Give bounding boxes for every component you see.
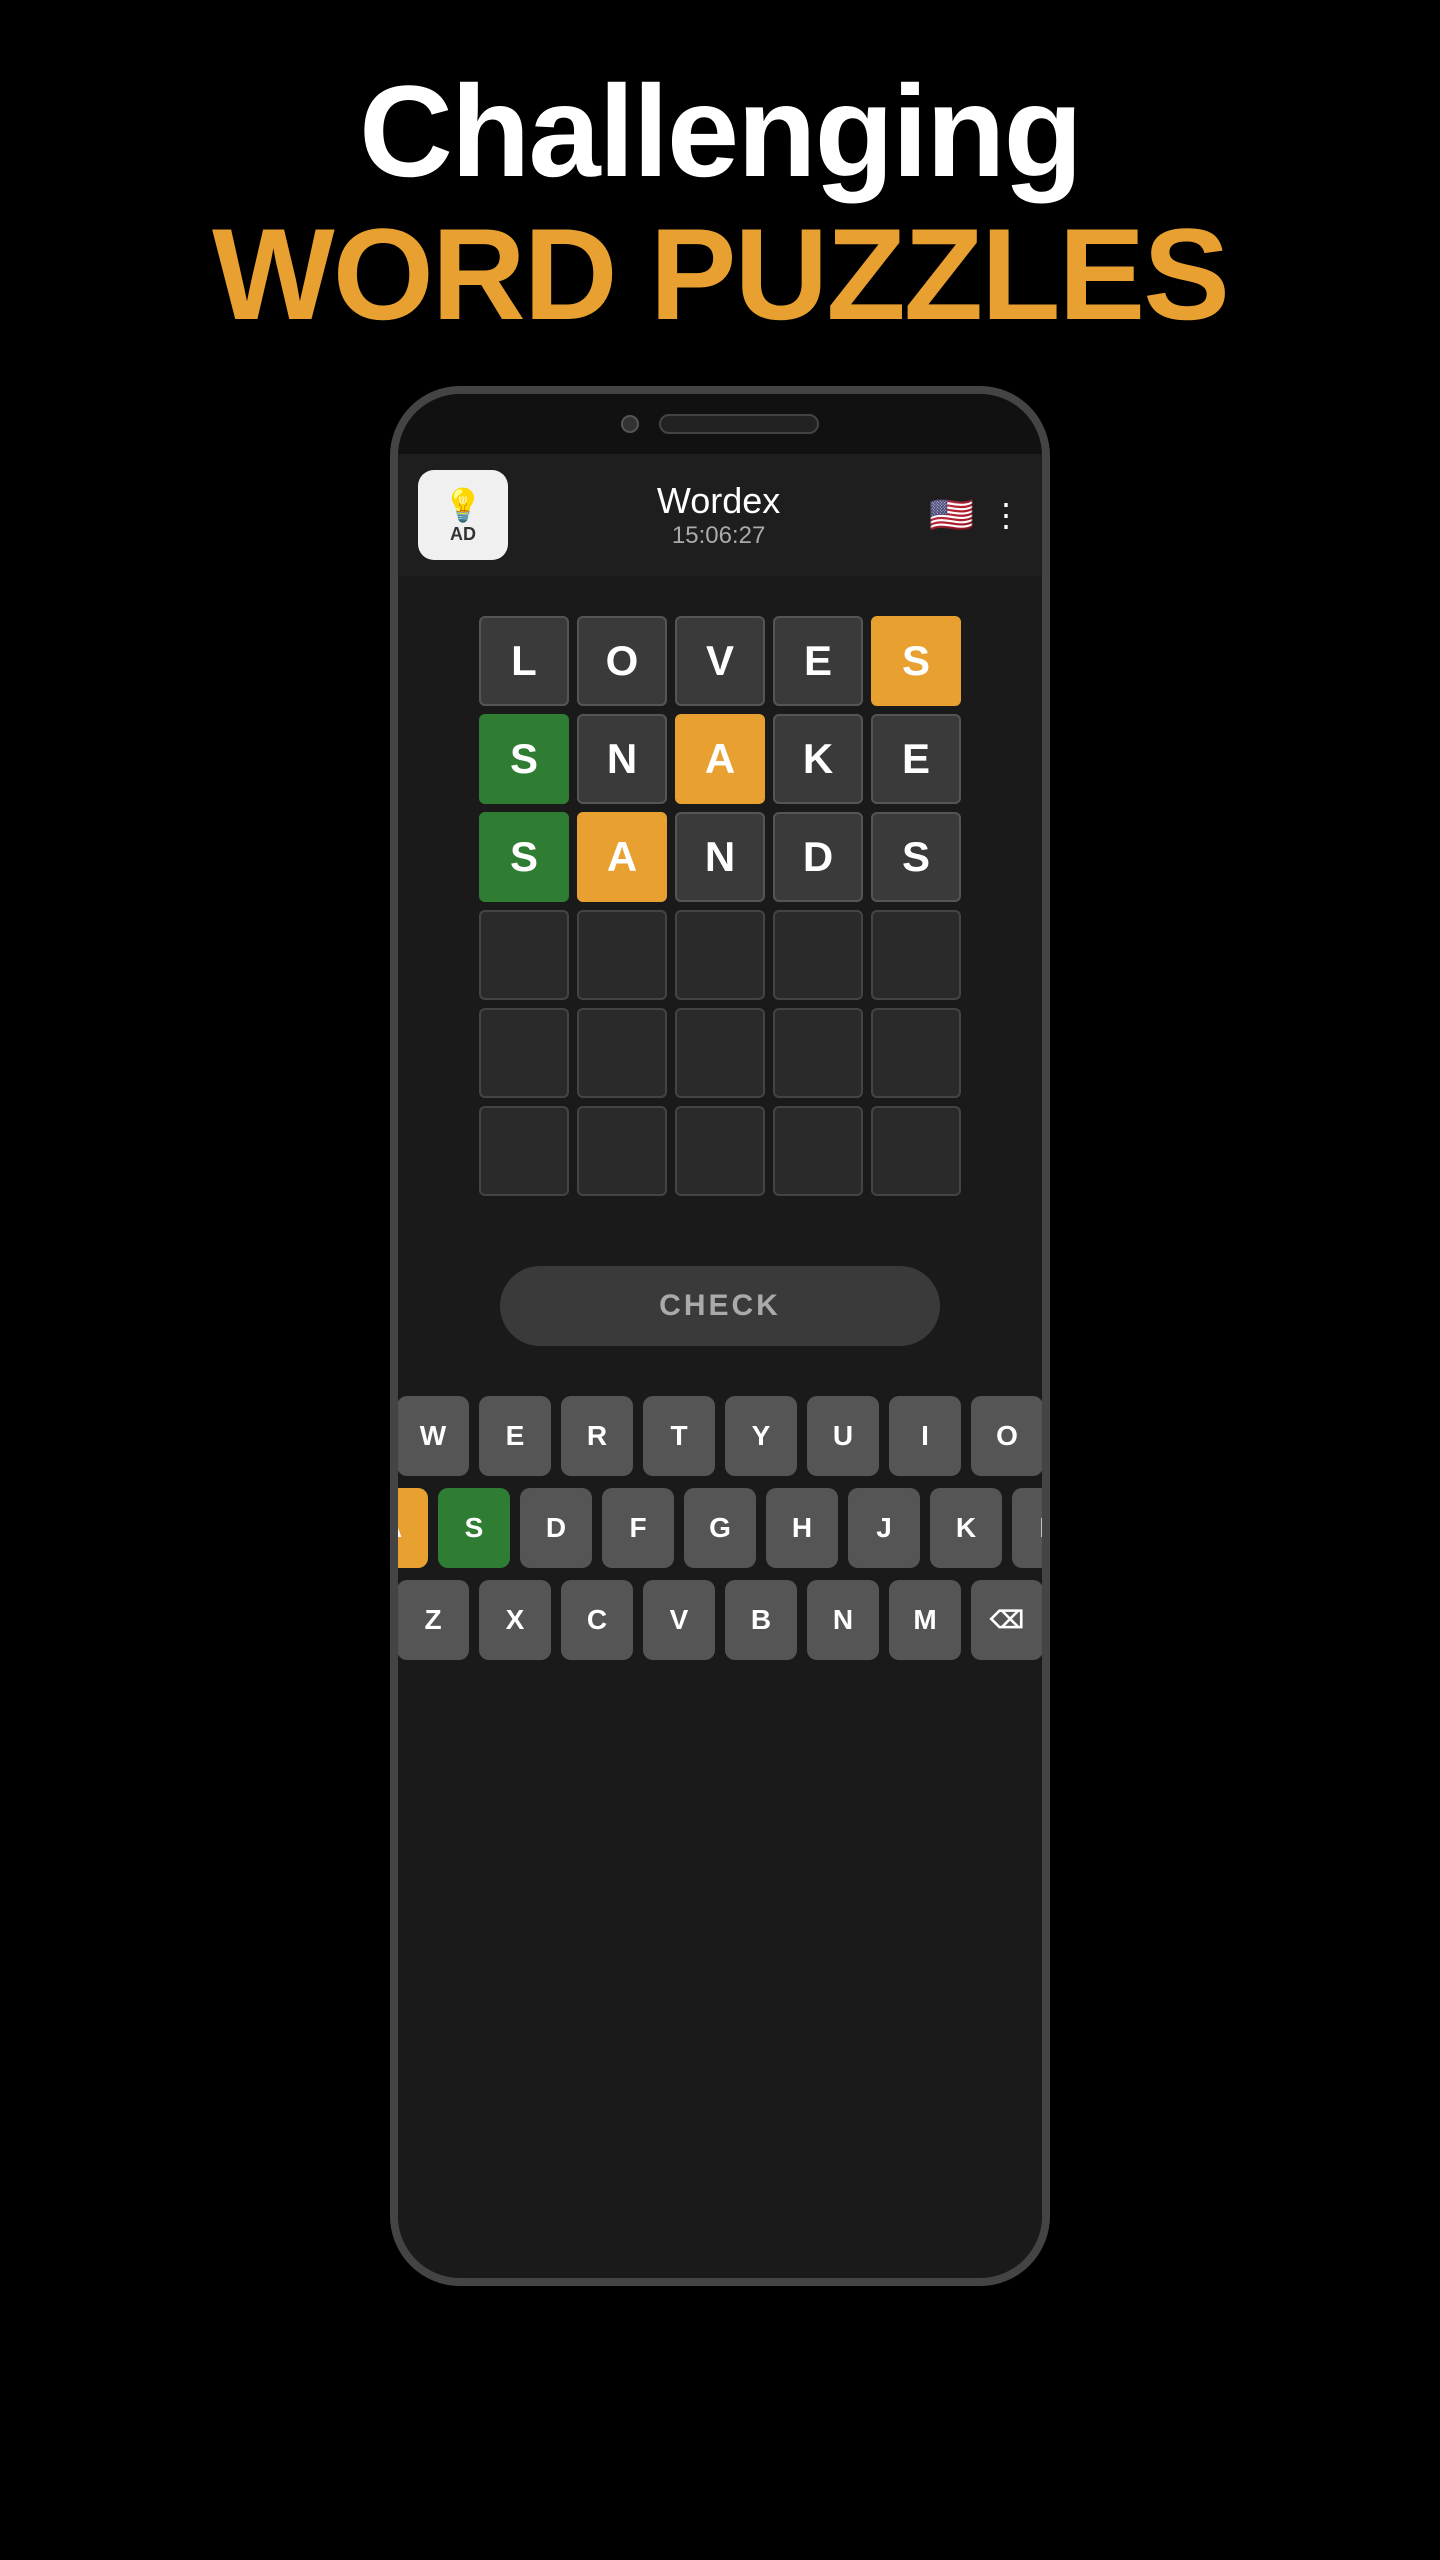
cell-r0-c2: V xyxy=(675,616,765,706)
key-T[interactable]: T xyxy=(643,1396,715,1476)
cell-r0-c4: S xyxy=(871,616,961,706)
key-D[interactable]: D xyxy=(520,1488,592,1568)
header-section: Challenging WORD PUZZLES xyxy=(0,0,1440,346)
app-topbar: 💡 AD Wordex 15:06:27 🇺🇸 ⋮ xyxy=(398,454,1042,576)
app-topbar-right: 🇺🇸 ⋮ xyxy=(929,494,1022,536)
keyboard: QWERTYUIOPASDFGHJKLZXCVBNM⌫ xyxy=(410,1396,1030,1660)
key-L[interactable]: L xyxy=(1012,1488,1050,1568)
cell-r5-c0 xyxy=(479,1106,569,1196)
key-U[interactable]: U xyxy=(807,1396,879,1476)
cell-r4-c4 xyxy=(871,1008,961,1098)
key-E[interactable]: E xyxy=(479,1396,551,1476)
app-title-section: Wordex 15:06:27 xyxy=(657,480,780,550)
cell-r1-c2: A xyxy=(675,714,765,804)
cell-r3-c2 xyxy=(675,910,765,1000)
key-Y[interactable]: Y xyxy=(725,1396,797,1476)
cell-r5-c3 xyxy=(773,1106,863,1196)
cell-r4-c0 xyxy=(479,1008,569,1098)
key-H[interactable]: H xyxy=(766,1488,838,1568)
cell-r3-c0 xyxy=(479,910,569,1000)
cell-r4-c1 xyxy=(577,1008,667,1098)
app-title: Wordex xyxy=(657,480,780,522)
key-I[interactable]: I xyxy=(889,1396,961,1476)
cell-r0-c0: L xyxy=(479,616,569,706)
key-⌫[interactable]: ⌫ xyxy=(971,1580,1043,1660)
cell-r0-c3: E xyxy=(773,616,863,706)
cell-r1-c0: S xyxy=(479,714,569,804)
keyboard-row-1: ASDFGHJKL xyxy=(390,1488,1050,1568)
cell-r1-c4: E xyxy=(871,714,961,804)
keyboard-row-2: ZXCVBNM⌫ xyxy=(397,1580,1043,1660)
phone-side-button xyxy=(1044,694,1050,774)
check-button-label: CHECK xyxy=(659,1289,781,1323)
key-M[interactable]: M xyxy=(889,1580,961,1660)
cell-r2-c2: N xyxy=(675,812,765,902)
header-title-line1: Challenging xyxy=(0,60,1440,203)
flag-icon: 🇺🇸 xyxy=(929,494,974,536)
cell-r5-c2 xyxy=(675,1106,765,1196)
key-R[interactable]: R xyxy=(561,1396,633,1476)
check-button[interactable]: CHECK xyxy=(500,1266,940,1346)
cell-r2-c0: S xyxy=(479,812,569,902)
key-K[interactable]: K xyxy=(930,1488,1002,1568)
phone-top-bar xyxy=(398,394,1042,454)
cell-r1-c3: K xyxy=(773,714,863,804)
key-V[interactable]: V xyxy=(643,1580,715,1660)
key-A[interactable]: A xyxy=(390,1488,428,1568)
cell-r5-c1 xyxy=(577,1106,667,1196)
phone-frame: 💡 AD Wordex 15:06:27 🇺🇸 ⋮ LOVESSNAKESAND… xyxy=(390,386,1050,2286)
header-title-line2: WORD PUZZLES xyxy=(0,203,1440,346)
key-F[interactable]: F xyxy=(602,1488,674,1568)
keyboard-row-0: QWERTYUIOP xyxy=(390,1396,1050,1476)
cell-r1-c1: N xyxy=(577,714,667,804)
cell-r3-c1 xyxy=(577,910,667,1000)
ad-label: AD xyxy=(450,524,476,545)
bulb-icon: 💡 xyxy=(443,486,483,524)
game-grid: LOVESSNAKESANDS xyxy=(469,606,971,1206)
cell-r4-c3 xyxy=(773,1008,863,1098)
key-G[interactable]: G xyxy=(684,1488,756,1568)
key-B[interactable]: B xyxy=(725,1580,797,1660)
key-N[interactable]: N xyxy=(807,1580,879,1660)
key-J[interactable]: J xyxy=(848,1488,920,1568)
more-options-icon[interactable]: ⋮ xyxy=(990,496,1022,534)
app-timer: 15:06:27 xyxy=(657,522,780,550)
key-X[interactable]: X xyxy=(479,1580,551,1660)
phone-camera xyxy=(621,415,639,433)
key-C[interactable]: C xyxy=(561,1580,633,1660)
key-S[interactable]: S xyxy=(438,1488,510,1568)
cell-r2-c3: D xyxy=(773,812,863,902)
cell-r3-c3 xyxy=(773,910,863,1000)
cell-r2-c1: A xyxy=(577,812,667,902)
phone-speaker xyxy=(659,414,819,434)
cell-r5-c4 xyxy=(871,1106,961,1196)
cell-r0-c1: O xyxy=(577,616,667,706)
key-Z[interactable]: Z xyxy=(397,1580,469,1660)
key-W[interactable]: W xyxy=(397,1396,469,1476)
cell-r2-c4: S xyxy=(871,812,961,902)
cell-r3-c4 xyxy=(871,910,961,1000)
ad-button[interactable]: 💡 AD xyxy=(418,470,508,560)
cell-r4-c2 xyxy=(675,1008,765,1098)
key-O[interactable]: O xyxy=(971,1396,1043,1476)
app-content: 💡 AD Wordex 15:06:27 🇺🇸 ⋮ LOVESSNAKESAND… xyxy=(398,454,1042,2238)
